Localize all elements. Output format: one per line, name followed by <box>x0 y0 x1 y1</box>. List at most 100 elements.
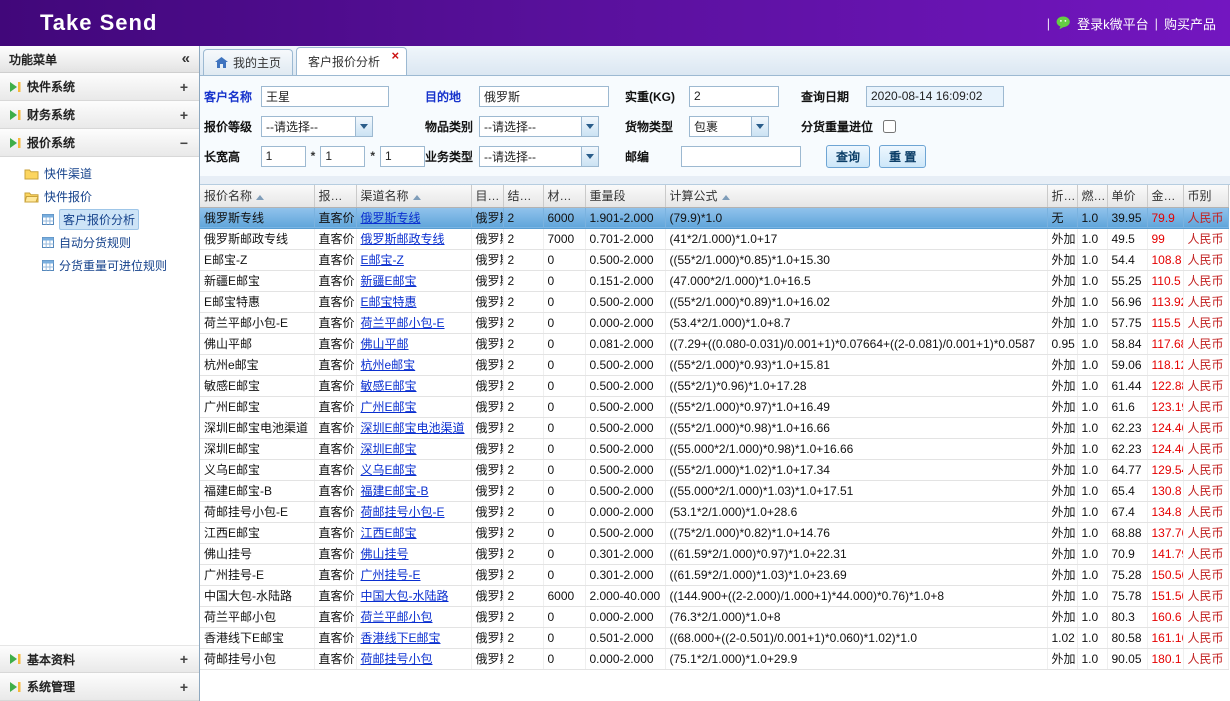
sidebar-group-system-management[interactable]: 系统管理 + <box>0 673 199 701</box>
table-row[interactable]: E邮宝-Z 直客价 E邮宝-Z 俄罗斯 2 0 0.500-2.000 ((55… <box>200 249 1228 270</box>
business-type-select[interactable]: --请选择-- <box>479 146 599 167</box>
quote-level-cell: 直客价 <box>314 207 356 228</box>
tree-item-auto-distribution-rules[interactable]: 自动分货规则 <box>0 231 199 254</box>
table-row[interactable]: 荷兰平邮小包 直客价 荷兰平邮小包 俄罗斯 2 0 0.000-2.000 (7… <box>200 606 1228 627</box>
column-header-destination[interactable]: 目的地 <box>471 185 503 207</box>
column-header-quote-level[interactable]: 报价等级 <box>314 185 356 207</box>
tab-home[interactable]: 我的主页 <box>203 49 293 75</box>
channel-link[interactable]: 中国大包-水陆路 <box>361 589 449 603</box>
expand-icon[interactable]: + <box>178 79 190 95</box>
formula-cell: ((7.29+((0.080-0.031)/0.001+1)*0.07664+(… <box>665 333 1047 354</box>
table-row[interactable]: 福建E邮宝-B 直客价 福建E邮宝-B 俄罗斯 2 0 0.500-2.000 … <box>200 480 1228 501</box>
column-header-amount[interactable]: 金额 <box>1147 185 1183 207</box>
channel-link[interactable]: 佛山平邮 <box>361 337 409 351</box>
collapse-sidebar-button[interactable]: « <box>182 52 190 66</box>
discount-cell: 外加 <box>1047 249 1077 270</box>
channel-link[interactable]: 深圳E邮宝电池渠道 <box>361 421 465 435</box>
cargo-type-select[interactable]: 包裹 <box>689 116 769 137</box>
width-input[interactable] <box>320 146 365 167</box>
destination-input[interactable] <box>479 86 609 107</box>
channel-link[interactable]: 荷兰平邮小包-E <box>361 316 445 330</box>
expand-icon[interactable]: + <box>178 679 190 695</box>
channel-link[interactable]: 荷邮挂号小包 <box>361 652 433 666</box>
table-row[interactable]: 荷邮挂号小包 直客价 荷邮挂号小包 俄罗斯 2 0 0.000-2.000 (7… <box>200 648 1228 669</box>
channel-link[interactable]: 荷邮挂号小包-E <box>361 505 445 519</box>
table-row[interactable]: 深圳E邮宝 直客价 深圳E邮宝 俄罗斯 2 0 0.500-2.000 ((55… <box>200 438 1228 459</box>
collapse-icon[interactable]: − <box>178 135 190 151</box>
table-row[interactable]: 荷兰平邮小包-E 直客价 荷兰平邮小包-E 俄罗斯 2 0 0.000-2.00… <box>200 312 1228 333</box>
table-row[interactable]: 义乌E邮宝 直客价 义乌E邮宝 俄罗斯 2 0 0.500-2.000 ((55… <box>200 459 1228 480</box>
channel-link[interactable]: 广州E邮宝 <box>361 400 417 414</box>
channel-link[interactable]: 义乌E邮宝 <box>361 463 417 477</box>
channel-link[interactable]: E邮宝特惠 <box>361 295 417 309</box>
sidebar-group-finance-system[interactable]: 财务系统 + <box>0 101 199 129</box>
actual-weight-input[interactable] <box>689 86 779 107</box>
table-row[interactable]: 佛山平邮 直客价 佛山平邮 俄罗斯 2 0 0.081-2.000 ((7.29… <box>200 333 1228 354</box>
item-category-select[interactable]: --请选择-- <box>479 116 599 137</box>
table-row[interactable]: 俄罗斯邮政专线 直客价 俄罗斯邮政专线 俄罗斯 2 7000 0.701-2.0… <box>200 228 1228 249</box>
table-row[interactable]: 新疆E邮宝 直客价 新疆E邮宝 俄罗斯 2 0 0.151-2.000 (47.… <box>200 270 1228 291</box>
tree-item-express-channel[interactable]: 快件渠道 <box>0 162 199 185</box>
column-header-discount[interactable]: 折扣 <box>1047 185 1077 207</box>
channel-link[interactable]: 俄罗斯专线 <box>361 211 421 225</box>
table-row[interactable]: 杭州e邮宝 直客价 杭州e邮宝 俄罗斯 2 0 0.500-2.000 ((55… <box>200 354 1228 375</box>
column-header-settle-weight[interactable]: 结算重量 <box>503 185 543 207</box>
column-header-weight-range[interactable]: 重量段 <box>585 185 665 207</box>
channel-link[interactable]: 俄罗斯邮政专线 <box>361 232 445 246</box>
column-header-currency[interactable]: 币别 <box>1183 185 1228 207</box>
query-button[interactable]: 查询 <box>826 145 870 168</box>
channel-cell: 新疆E邮宝 <box>356 270 471 291</box>
table-row[interactable]: 敏感E邮宝 直客价 敏感E邮宝 俄罗斯 2 0 0.500-2.000 ((55… <box>200 375 1228 396</box>
channel-link[interactable]: 香港线下E邮宝 <box>361 631 441 645</box>
table-row[interactable]: 荷邮挂号小包-E 直客价 荷邮挂号小包-E 俄罗斯 2 0 0.000-2.00… <box>200 501 1228 522</box>
tab-customer-quote-analysis[interactable]: 客户报价分析 × <box>296 47 407 75</box>
postal-code-input[interactable] <box>681 146 801 167</box>
close-icon[interactable]: × <box>391 50 399 62</box>
sidebar-group-quote-system[interactable]: 报价系统 − <box>0 129 199 157</box>
channel-link[interactable]: 杭州e邮宝 <box>361 358 416 372</box>
column-header-fuel-surcharge[interactable]: 燃油附加 <box>1077 185 1107 207</box>
tree-item-express-quote[interactable]: 快件报价 <box>0 185 199 208</box>
quote-level-select[interactable]: --请选择-- <box>261 116 373 137</box>
channel-link[interactable]: 福建E邮宝-B <box>361 484 429 498</box>
reset-button[interactable]: 重 置 <box>879 145 926 168</box>
tree-item-weight-carry-rules[interactable]: 分货重量可进位规则 <box>0 254 199 277</box>
table-row[interactable]: 广州E邮宝 直客价 广州E邮宝 俄罗斯 2 0 0.500-2.000 ((55… <box>200 396 1228 417</box>
buy-product-link[interactable]: 购买产品 <box>1164 14 1216 33</box>
table-row[interactable]: 俄罗斯专线 直客价 俄罗斯专线 俄罗斯 2 6000 1.901-2.000 (… <box>200 207 1228 228</box>
column-header-quote-name[interactable]: 报价名称 <box>200 185 314 207</box>
destination-cell: 俄罗斯 <box>471 627 503 648</box>
channel-link[interactable]: 广州挂号-E <box>361 568 421 582</box>
table-row[interactable]: 深圳E邮宝电池渠道 直客价 深圳E邮宝电池渠道 俄罗斯 2 0 0.500-2.… <box>200 417 1228 438</box>
expand-icon[interactable]: + <box>178 107 190 123</box>
sidebar-group-express-system[interactable]: 快件系统 + <box>0 73 199 101</box>
expand-icon[interactable]: + <box>178 651 190 667</box>
channel-link[interactable]: 深圳E邮宝 <box>361 442 417 456</box>
table-row[interactable]: 广州挂号-E 直客价 广州挂号-E 俄罗斯 2 0 0.301-2.000 ((… <box>200 564 1228 585</box>
channel-link[interactable]: E邮宝-Z <box>361 253 404 267</box>
column-header-channel-name[interactable]: 渠道名称 <box>356 185 471 207</box>
tree-item-customer-quote-analysis[interactable]: 客户报价分析 <box>0 208 199 231</box>
table-row[interactable]: 江西E邮宝 直客价 江西E邮宝 俄罗斯 2 0 0.500-2.000 ((75… <box>200 522 1228 543</box>
height-input[interactable] <box>380 146 425 167</box>
column-header-volume-divisor[interactable]: 材积除 <box>543 185 585 207</box>
table-row[interactable]: 中国大包-水陆路 直客价 中国大包-水陆路 俄罗斯 2 6000 2.000-4… <box>200 585 1228 606</box>
channel-link[interactable]: 佛山挂号 <box>361 547 409 561</box>
table-row[interactable]: E邮宝特惠 直客价 E邮宝特惠 俄罗斯 2 0 0.500-2.000 ((55… <box>200 291 1228 312</box>
login-platform-link[interactable]: 登录k微平台 <box>1077 14 1149 33</box>
sidebar-group-basic-data[interactable]: 基本资料 + <box>0 645 199 673</box>
channel-link[interactable]: 敏感E邮宝 <box>361 379 417 393</box>
length-input[interactable] <box>261 146 306 167</box>
column-header-formula[interactable]: 计算公式 <box>665 185 1047 207</box>
column-header-unit-price[interactable]: 单价 <box>1107 185 1147 207</box>
channel-link[interactable]: 荷兰平邮小包 <box>361 610 433 624</box>
customer-name-input[interactable] <box>261 86 389 107</box>
query-date-input[interactable] <box>866 86 1004 107</box>
weight-range-cell: 0.501-2.000 <box>585 627 665 648</box>
table-row[interactable]: 佛山挂号 直客价 佛山挂号 俄罗斯 2 0 0.301-2.000 ((61.5… <box>200 543 1228 564</box>
channel-link[interactable]: 新疆E邮宝 <box>361 274 417 288</box>
channel-link[interactable]: 江西E邮宝 <box>361 526 417 540</box>
amount-cell: 180.1 <box>1147 648 1183 669</box>
weight-rounding-checkbox[interactable] <box>883 120 896 133</box>
table-row[interactable]: 香港线下E邮宝 直客价 香港线下E邮宝 俄罗斯 2 0 0.501-2.000 … <box>200 627 1228 648</box>
